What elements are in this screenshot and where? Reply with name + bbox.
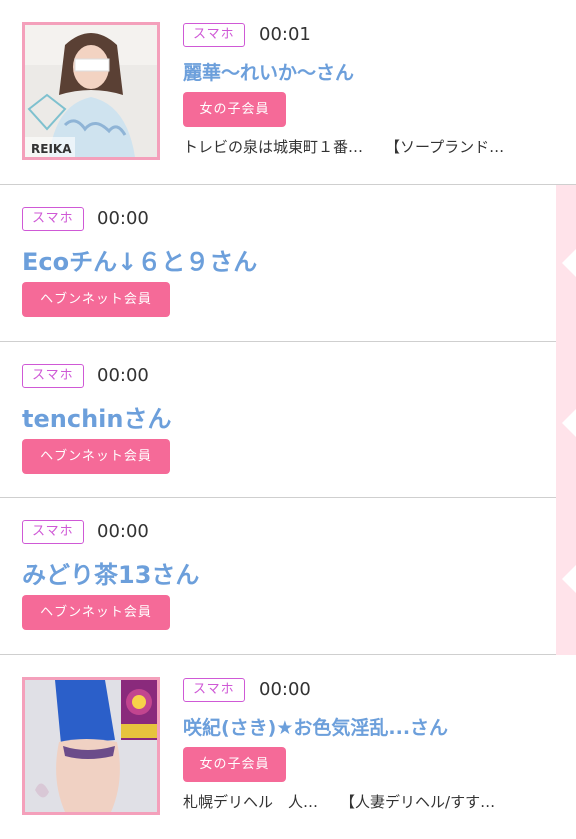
list-item[interactable]: スマホ 00:00 みどり茶13さん ヘブンネット会員 (0, 498, 556, 655)
list-item[interactable]: スマホ 00:00 tenchinさん ヘブンネット会員 (0, 342, 556, 499)
profile-photo-image (25, 680, 157, 812)
chevron-left-icon (562, 409, 576, 437)
profile-photo-image: REIKA (25, 25, 157, 157)
member-type-badge: ヘブンネット会員 (22, 595, 170, 630)
description-part-2: 【人妻デリヘル/すす… (340, 793, 496, 811)
member-name-link[interactable]: tenchinさん (22, 399, 171, 434)
member-name-link[interactable]: 麗華〜れいか〜さん (183, 58, 354, 85)
profile-photo[interactable]: REIKA (22, 22, 160, 160)
access-feed: REIKA スマホ 00:01 麗華〜れいか〜さん 女の子会員 トレビの泉は城東… (0, 0, 576, 839)
side-strip (556, 185, 576, 655)
shop-description[interactable]: 札幌デリヘル 人… 【人妻デリヘル/すす… (183, 791, 495, 812)
member-type-badge: 女の子会員 (183, 747, 286, 782)
chevron-left-icon (562, 565, 576, 593)
device-badge: スマホ (183, 23, 245, 47)
profile-photo[interactable] (22, 677, 160, 815)
access-time: 00:00 (97, 365, 149, 386)
member-type-badge: ヘブンネット会員 (22, 439, 170, 474)
description-part-2: 【ソープランド… (385, 138, 505, 156)
access-time: 00:00 (97, 208, 149, 229)
chevron-left-icon (562, 249, 576, 277)
list-item[interactable]: REIKA スマホ 00:01 麗華〜れいか〜さん 女の子会員 トレビの泉は城東… (0, 0, 576, 184)
list-item[interactable]: スマホ 00:00 咲紀(さき)★お色気淫乱...さん 女の子会員 札幌デリヘル… (0, 655, 576, 839)
member-name-link[interactable]: 咲紀(さき)★お色気淫乱...さん (183, 713, 448, 740)
member-type-badge: 女の子会員 (183, 92, 286, 127)
list-item[interactable]: スマホ 00:00 Ecoチん↓６と９さん ヘブンネット会員 (0, 185, 556, 342)
device-badge: スマホ (22, 207, 84, 231)
photo-watermark: REIKA (31, 142, 72, 156)
access-time: 00:00 (97, 521, 149, 542)
device-badge: スマホ (22, 520, 84, 544)
member-type-badge: ヘブンネット会員 (22, 282, 170, 317)
shop-description[interactable]: トレビの泉は城東町１番… 【ソープランド… (183, 136, 504, 157)
description-part-1: トレビの泉は城東町１番… (183, 138, 364, 156)
member-name-link[interactable]: みどり茶13さん (22, 555, 199, 590)
device-badge: スマホ (183, 678, 245, 702)
access-time: 00:01 (259, 24, 311, 45)
access-time: 00:00 (259, 679, 311, 700)
description-part-1: 札幌デリヘル 人… (183, 793, 319, 811)
member-name-link[interactable]: Ecoチん↓６と９さん (22, 242, 257, 277)
device-badge: スマホ (22, 364, 84, 388)
